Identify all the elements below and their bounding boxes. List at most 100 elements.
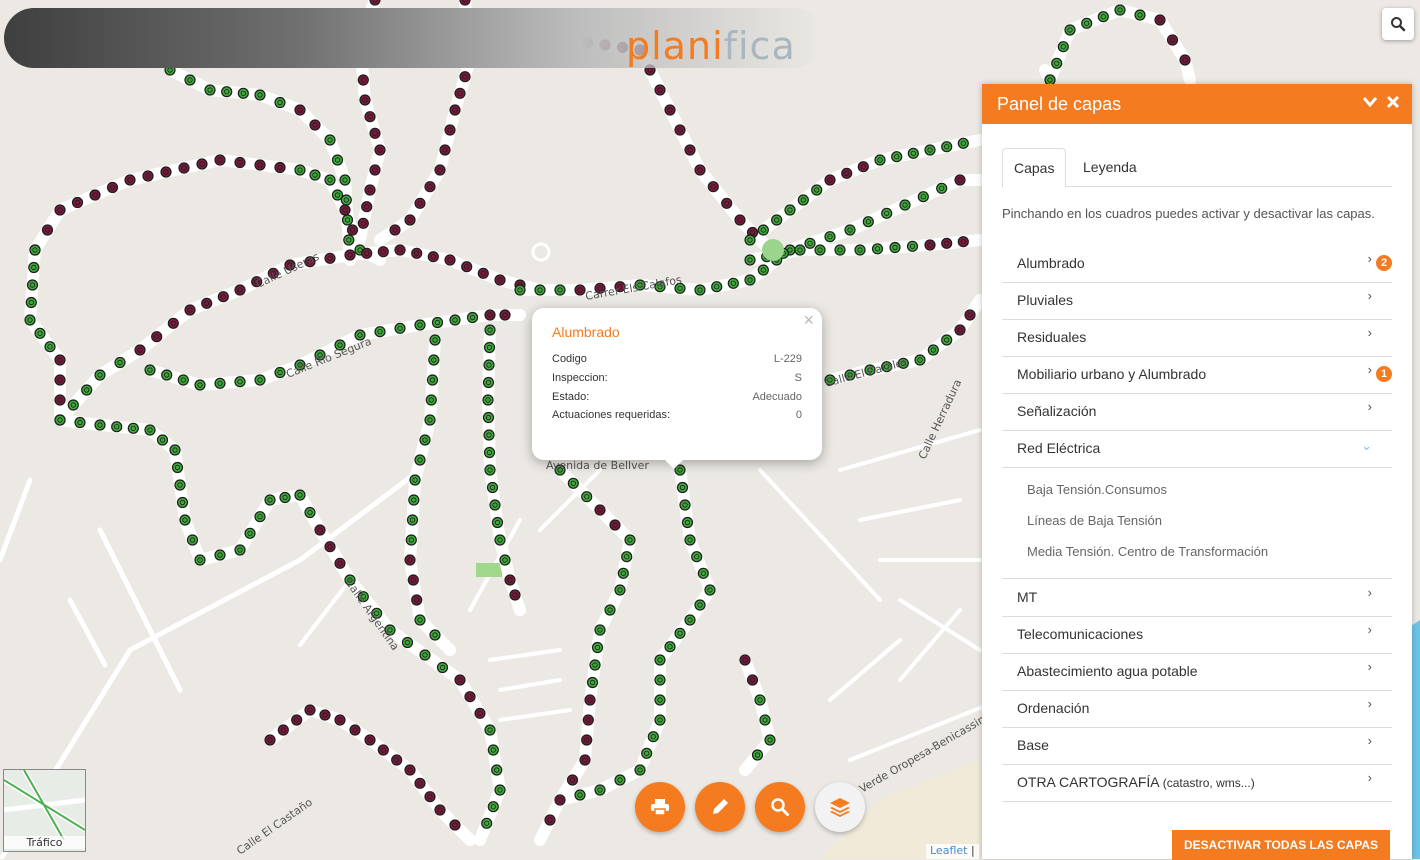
streetlight-marker[interactable] [554, 794, 566, 806]
streetlight-marker[interactable] [389, 224, 401, 236]
streetlight-marker[interactable] [428, 354, 440, 366]
layer-red-electrica[interactable]: Red Eléctrica ⌄ [1002, 430, 1392, 468]
streetlight-marker[interactable] [314, 524, 326, 536]
streetlight-marker[interactable] [964, 309, 976, 321]
streetlight-marker[interactable] [924, 239, 936, 251]
streetlight-marker[interactable] [489, 499, 501, 511]
streetlight-marker[interactable] [319, 709, 331, 721]
streetlight-marker[interactable] [914, 354, 926, 366]
streetlight-marker[interactable] [294, 164, 306, 176]
streetlight-marker[interactable] [594, 504, 606, 516]
streetlight-marker[interactable] [343, 234, 355, 246]
streetlight-marker[interactable] [1051, 57, 1063, 69]
streetlight-marker[interactable] [254, 511, 266, 523]
popup-close-button[interactable]: × [803, 310, 814, 331]
deactivate-all-layers-button[interactable]: DESACTIVAR TODAS LAS CAPAS [1172, 830, 1390, 860]
streetlight-marker[interactable] [24, 314, 36, 326]
streetlight-marker[interactable] [234, 156, 246, 169]
streetlight-marker[interactable] [431, 316, 444, 329]
streetlight-marker[interactable] [509, 589, 521, 601]
streetlight-marker[interactable] [357, 74, 369, 86]
streetlight-marker[interactable] [106, 181, 119, 194]
streetlight-marker[interactable] [54, 374, 66, 386]
streetlight-marker[interactable] [647, 731, 659, 743]
streetlight-marker[interactable] [408, 494, 420, 506]
streetlight-marker[interactable] [574, 789, 586, 801]
streetlight-marker[interactable] [28, 261, 40, 274]
streetlight-marker[interactable] [304, 506, 316, 519]
streetlight-marker[interactable] [594, 624, 606, 636]
streetlight-marker[interactable] [449, 314, 461, 326]
streetlight-marker[interactable] [567, 477, 579, 489]
streetlight-marker[interactable] [160, 166, 172, 178]
streetlight-marker[interactable] [764, 734, 776, 746]
streetlight-marker[interactable] [684, 144, 696, 156]
streetlight-marker[interactable] [927, 344, 939, 356]
streetlight-marker[interactable] [691, 551, 703, 563]
streetlight-marker[interactable] [374, 326, 386, 338]
streetlight-marker[interactable] [54, 354, 66, 366]
streetlight-marker[interactable] [957, 236, 969, 248]
streetlight-marker[interactable] [41, 224, 54, 236]
streetlight-marker[interactable] [221, 86, 233, 98]
streetlight-marker[interactable] [494, 274, 506, 286]
streetlight-marker[interactable] [889, 241, 901, 254]
streetlight-marker[interactable] [405, 534, 417, 546]
streetlight-marker[interactable] [369, 164, 381, 176]
streetlight-marker[interactable] [277, 724, 289, 736]
streetlight-marker[interactable] [679, 499, 691, 511]
streetlight-marker[interactable] [401, 636, 414, 649]
streetlight-marker[interactable] [179, 514, 191, 526]
streetlight-marker[interactable] [167, 317, 179, 329]
streetlight-marker[interactable] [184, 74, 196, 86]
streetlight-marker[interactable] [127, 422, 139, 434]
streetlight-marker[interactable] [264, 494, 276, 506]
close-icon[interactable] [1386, 95, 1400, 114]
streetlight-marker[interactable] [361, 247, 373, 259]
streetlight-marker[interactable] [484, 724, 496, 736]
streetlight-marker[interactable] [589, 659, 601, 671]
streetlight-marker[interactable] [794, 244, 806, 256]
streetlight-marker[interactable] [444, 254, 456, 266]
layer-senalizacion[interactable]: Señalización › [1002, 393, 1392, 431]
streetlight-marker[interactable] [414, 777, 426, 789]
streetlight-marker[interactable] [324, 134, 336, 146]
streetlight-marker[interactable] [425, 394, 437, 406]
streetlight-marker[interactable] [177, 374, 189, 386]
streetlight-marker[interactable] [324, 174, 336, 186]
streetlight-marker[interactable] [804, 237, 816, 249]
streetlight-marker[interactable] [694, 284, 706, 296]
streetlight-marker[interactable] [811, 184, 823, 196]
streetlight-marker[interactable] [424, 791, 436, 803]
streetlight-marker[interactable] [857, 161, 869, 173]
streetlight-marker[interactable] [514, 284, 526, 296]
streetlight-marker[interactable] [881, 207, 893, 219]
streetlight-marker[interactable] [424, 414, 436, 426]
streetlight-marker[interactable] [25, 296, 37, 309]
streetlight-marker[interactable] [734, 214, 746, 226]
streetlight-marker[interactable] [579, 754, 591, 766]
streetlight-marker[interactable] [676, 481, 689, 494]
streetlight-marker[interactable] [201, 297, 213, 309]
streetlight-marker[interactable] [176, 496, 189, 509]
streetlight-marker[interactable] [391, 754, 403, 766]
layer-otra-cartografia[interactable]: OTRA CARTOGRAFÍA (catastro, wms...) › [1002, 764, 1392, 802]
layer-abastecimiento[interactable]: Abastecimiento agua potable › [1002, 653, 1392, 691]
streetlight-marker[interactable] [862, 216, 874, 228]
streetlight-marker[interactable] [482, 376, 495, 389]
streetlight-marker[interactable] [264, 734, 276, 746]
streetlight-marker[interactable] [67, 399, 79, 411]
streetlight-marker[interactable] [854, 244, 866, 256]
streetlight-marker[interactable] [771, 214, 783, 226]
layers-button[interactable] [815, 782, 865, 832]
streetlight-marker[interactable] [486, 481, 499, 494]
streetlight-marker[interactable] [341, 214, 354, 226]
streetlight-marker[interactable] [26, 279, 39, 291]
streetlight-marker[interactable] [404, 214, 416, 226]
streetlight-marker[interactable] [151, 331, 163, 343]
streetlight-marker[interactable] [394, 244, 406, 256]
streetlight-marker[interactable] [234, 376, 246, 388]
streetlight-marker[interactable] [184, 304, 196, 316]
print-button[interactable] [635, 782, 685, 832]
streetlight-marker[interactable] [941, 237, 953, 249]
